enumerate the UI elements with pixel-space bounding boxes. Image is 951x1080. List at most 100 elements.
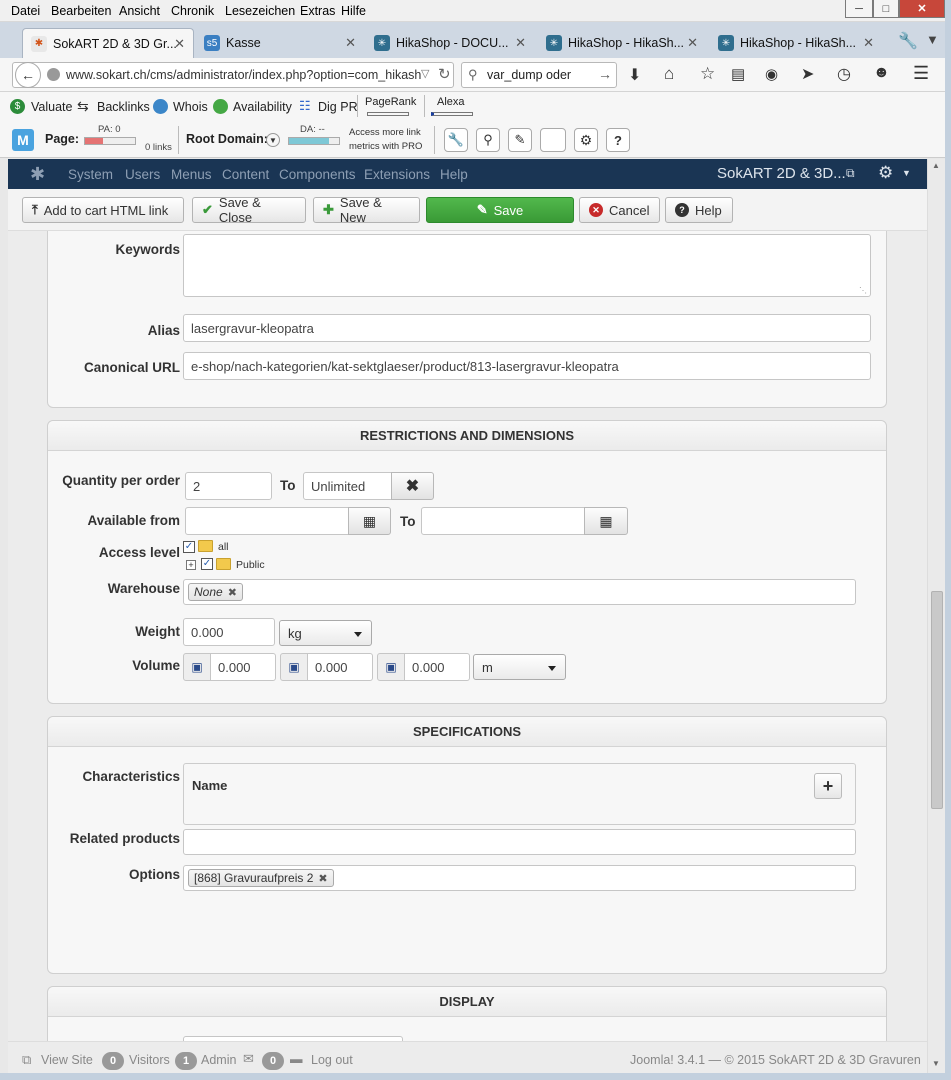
- url-bar[interactable]: ← www.sokart.ch/cms/administrator/index.…: [12, 62, 454, 88]
- quantity-min-input[interactable]: 2: [185, 472, 272, 500]
- bookmark-star-icon[interactable]: ☆: [700, 64, 715, 84]
- cancel-button[interactable]: ✕ Cancel: [579, 197, 660, 223]
- visitors-link[interactable]: Visitors: [129, 1053, 170, 1067]
- moz-logo-icon[interactable]: M: [12, 129, 34, 151]
- add-to-cart-html-button[interactable]: ⤒ Add to cart HTML link: [22, 197, 184, 223]
- nav-content[interactable]: Content: [222, 167, 269, 182]
- remove-chip-icon[interactable]: ✖: [228, 586, 237, 599]
- availability-link[interactable]: Availability: [233, 100, 292, 114]
- available-from-input[interactable]: [185, 507, 350, 535]
- nav-help[interactable]: Help: [440, 167, 468, 182]
- options-select[interactable]: [868] Gravuraufpreis 2 ✖: [183, 865, 856, 891]
- volume-unit-select[interactable]: m: [473, 654, 566, 680]
- download-icon[interactable]: ⬇: [628, 65, 641, 85]
- url-text[interactable]: www.sokart.ch/cms/administrator/index.ph…: [66, 68, 421, 82]
- volume-z-input[interactable]: 0.000: [404, 653, 470, 681]
- dropdown-icon[interactable]: ▽: [421, 67, 429, 80]
- warehouse-chip[interactable]: None ✖: [188, 583, 243, 601]
- access-pro-line2[interactable]: metrics with PRO: [349, 141, 422, 152]
- search-input[interactable]: var_dump oder: [487, 68, 571, 82]
- blank-button[interactable]: [540, 128, 566, 152]
- vertical-scrollbar[interactable]: ▲ ▼: [927, 159, 945, 1073]
- nav-menus[interactable]: Menus: [171, 167, 212, 182]
- caret-down-icon[interactable]: ▼: [902, 168, 911, 178]
- add-characteristic-button[interactable]: +: [814, 773, 842, 799]
- nav-system[interactable]: System: [68, 167, 113, 182]
- tab-sokart[interactable]: ✱ SokART 2D & 3D Gr... ✕: [22, 28, 194, 58]
- backlinks-link[interactable]: Backlinks: [97, 100, 150, 114]
- logout-link[interactable]: Log out: [311, 1053, 353, 1067]
- volume-x-input[interactable]: 0.000: [210, 653, 276, 681]
- maximize-icon[interactable]: □: [873, 0, 899, 18]
- clear-unlimited-icon[interactable]: ✖: [391, 472, 434, 500]
- pocket-icon[interactable]: ◉: [765, 65, 778, 83]
- menu-ansicht[interactable]: Ansicht: [119, 4, 160, 18]
- close-window-icon[interactable]: ✕: [899, 0, 945, 18]
- save-new-button[interactable]: ✚ Save & New: [313, 195, 420, 225]
- admin-link[interactable]: Admin: [201, 1053, 236, 1067]
- chevron-down-icon[interactable]: ▼: [266, 133, 280, 147]
- gear-icon[interactable]: ⚙: [574, 128, 598, 152]
- related-products-input[interactable]: [183, 829, 856, 855]
- search-go-icon[interactable]: →: [598, 66, 612, 82]
- tab-list-icon[interactable]: ▼: [926, 32, 939, 47]
- home-icon[interactable]: ⌂: [664, 64, 674, 84]
- search-icon[interactable]: ⚲: [476, 128, 500, 152]
- scroll-up-icon[interactable]: ▲: [932, 161, 940, 170]
- expand-tree-icon[interactable]: +: [186, 560, 196, 570]
- save-button[interactable]: ✎ Save: [426, 197, 574, 223]
- minimize-icon[interactable]: ─: [845, 0, 873, 18]
- remove-chip-icon[interactable]: ✖: [318, 872, 327, 885]
- help-icon[interactable]: ?: [606, 128, 630, 152]
- hamburger-menu-icon[interactable]: ☰: [913, 63, 929, 84]
- save-close-button[interactable]: ✔ Save & Close: [192, 195, 306, 225]
- tab-close-icon[interactable]: ✕: [863, 35, 874, 51]
- calendar-icon[interactable]: ▦: [348, 507, 391, 535]
- site-name-link[interactable]: SokART 2D & 3D...: [717, 165, 846, 182]
- tab-close-icon[interactable]: ✕: [515, 35, 526, 51]
- tab-close-icon[interactable]: ✕: [687, 35, 698, 51]
- menu-chronik[interactable]: Chronik: [171, 4, 214, 18]
- menu-lesezeichen[interactable]: Lesezeichen: [225, 4, 295, 18]
- access-pro-line1[interactable]: Access more link: [349, 127, 421, 138]
- canonical-url-input[interactable]: e-shop/nach-kategorien/kat-sektglaeser/p…: [183, 352, 871, 380]
- access-all-checkbox[interactable]: ✓: [183, 541, 195, 553]
- tools-icon[interactable]: 🔧: [444, 128, 468, 152]
- settings-gear-icon[interactable]: ⚙: [878, 163, 893, 183]
- tab-hikashop-2[interactable]: ✳ HikaShop - HikaSh... ✕: [538, 28, 706, 58]
- valuate-link[interactable]: Valuate: [31, 100, 72, 114]
- menu-bearbeiten[interactable]: Bearbeiten: [51, 4, 111, 18]
- scrollbar-thumb[interactable]: [931, 591, 943, 809]
- alias-input[interactable]: lasergravur-kleopatra: [183, 314, 871, 342]
- scroll-down-icon[interactable]: ▼: [932, 1059, 940, 1068]
- help-button[interactable]: ? Help: [665, 197, 733, 223]
- joomla-logo-icon[interactable]: ✱: [30, 164, 45, 185]
- option-chip[interactable]: [868] Gravuraufpreis 2 ✖: [188, 869, 334, 887]
- access-public-checkbox[interactable]: ✓: [201, 558, 213, 570]
- nav-users[interactable]: Users: [125, 167, 160, 182]
- volume-y-input[interactable]: 0.000: [307, 653, 373, 681]
- tab-close-icon[interactable]: ✕: [174, 36, 185, 52]
- menu-extras[interactable]: Extras: [300, 4, 335, 18]
- view-site-link[interactable]: View Site: [41, 1053, 93, 1067]
- quantity-max-input[interactable]: Unlimited: [303, 472, 393, 500]
- history-icon[interactable]: ◷: [837, 64, 851, 84]
- wrench-icon[interactable]: 🔧: [898, 31, 918, 51]
- search-box[interactable]: ⚲ var_dump oder →: [461, 62, 617, 88]
- tab-hikashop-docu[interactable]: ✳ HikaShop - DOCU... ✕: [366, 28, 534, 58]
- weight-input[interactable]: 0.000: [183, 618, 275, 646]
- pencil-icon[interactable]: ✎: [508, 128, 532, 152]
- tab-kasse[interactable]: s5 Kasse ✕: [196, 28, 364, 58]
- keywords-textarea[interactable]: ⋱: [183, 234, 871, 297]
- reload-icon[interactable]: ↻: [438, 65, 451, 83]
- bookmarks-list-icon[interactable]: ▤: [731, 65, 745, 83]
- available-to-input[interactable]: [421, 507, 586, 535]
- calendar-icon[interactable]: ▦: [584, 507, 628, 535]
- whois-link[interactable]: Whois: [173, 100, 208, 114]
- menu-datei[interactable]: Datei: [11, 4, 40, 18]
- tab-close-icon[interactable]: ✕: [345, 35, 356, 51]
- weight-unit-select[interactable]: kg: [279, 620, 372, 646]
- back-arrow-icon[interactable]: ←: [15, 62, 41, 88]
- digpr-link[interactable]: Dig PR: [318, 100, 358, 114]
- smiley-icon[interactable]: ☻: [873, 64, 890, 82]
